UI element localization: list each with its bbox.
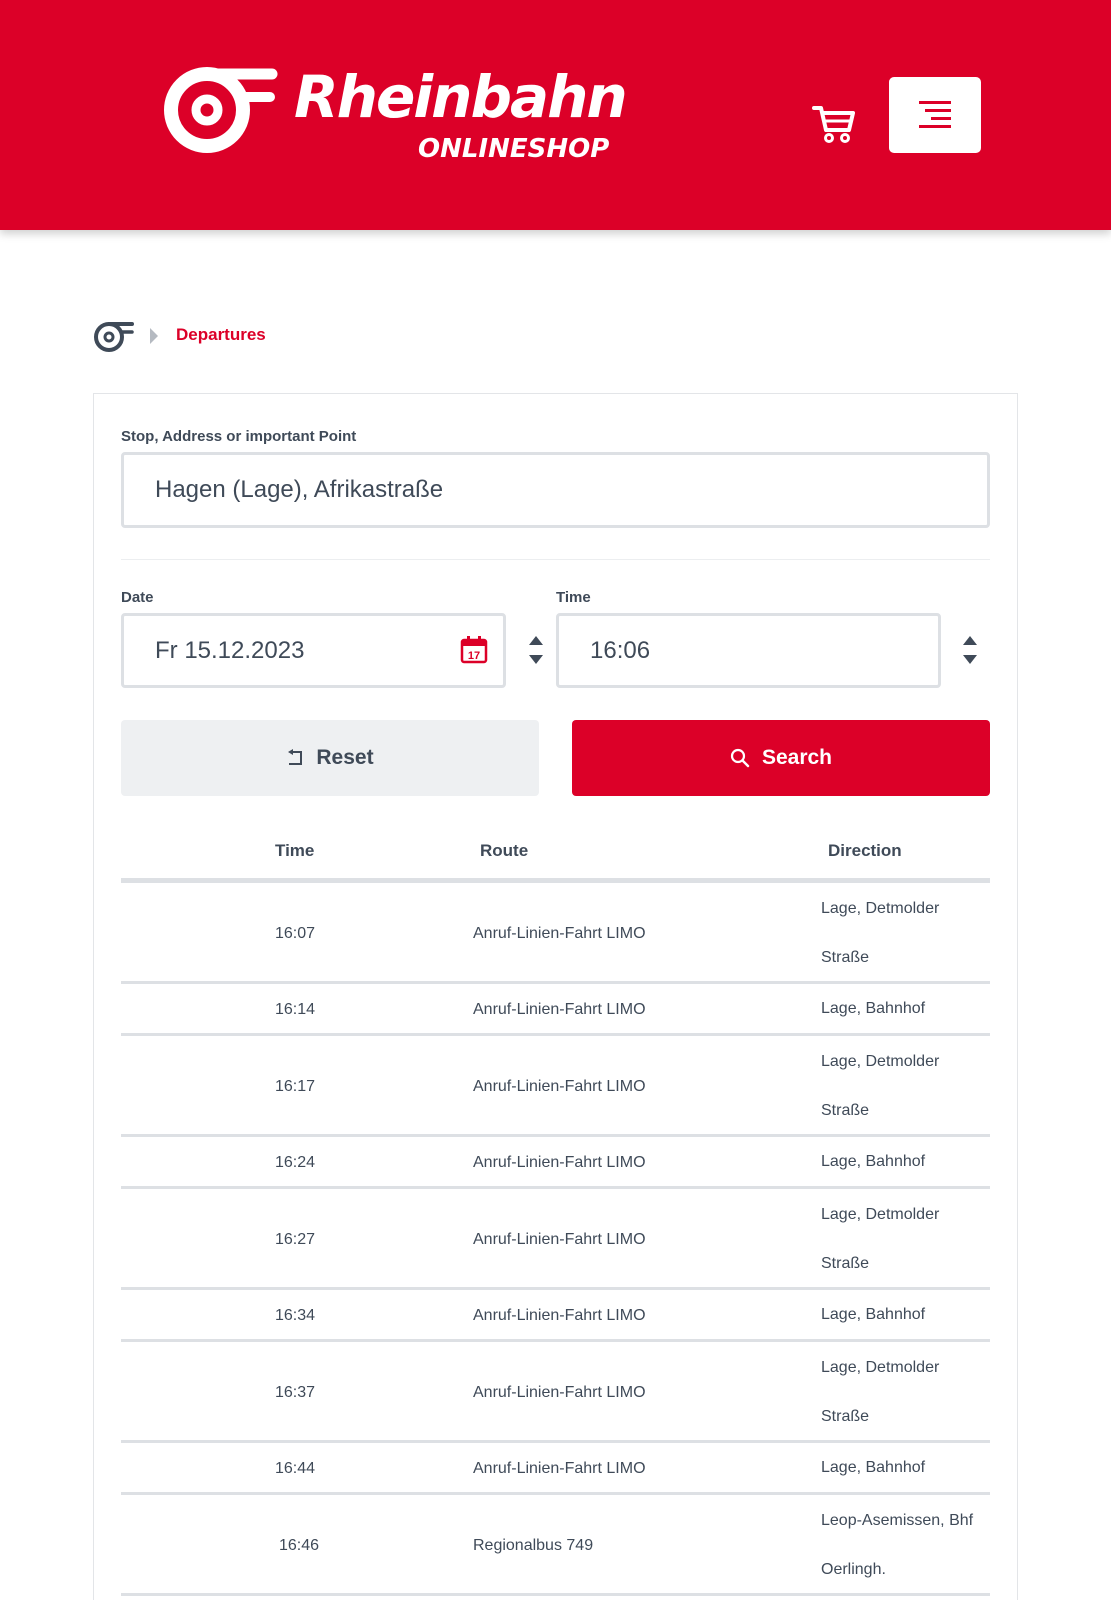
breadcrumb: Departures	[92, 318, 492, 354]
menu-icon	[919, 101, 951, 128]
home-logo-icon[interactable]	[92, 318, 135, 354]
time-input-value: 16:06	[590, 636, 651, 664]
row-direction: Lage, Bahnhof	[821, 1000, 926, 1017]
row-direction: Lage, Detmolder Straße	[821, 1053, 940, 1119]
cart-icon[interactable]	[812, 104, 856, 144]
table-row[interactable]: 16:07 Anruf-Linien-Fahrt LIMO Lage, Detm…	[121, 883, 990, 984]
row-time: 16:24	[275, 1154, 316, 1171]
row-time: 16:34	[275, 1307, 316, 1324]
row-route: Anruf-Linien-Fahrt LIMO	[473, 1460, 646, 1477]
brand-name: Rheinbahn	[294, 63, 628, 131]
row-route: Anruf-Linien-Fahrt LIMO	[473, 925, 646, 942]
row-direction: Lage, Bahnhof	[821, 1459, 926, 1476]
table-header: Time Route Direction	[121, 830, 990, 883]
table-row[interactable]: 16:17 Anruf-Linien-Fahrt LIMO Lage, Detm…	[121, 1036, 990, 1137]
time-input[interactable]: 16:06	[556, 613, 941, 688]
column-direction: Direction	[828, 841, 902, 860]
date-stepper[interactable]	[524, 634, 548, 670]
stop-input-value: Hagen (Lage), Afrikastraße	[155, 476, 444, 503]
brand-logo[interactable]: Rheinbahn ONLINESHOP	[160, 60, 630, 180]
table-row[interactable]: 16:24 Anruf-Linien-Fahrt LIMO Lage, Bahn…	[121, 1137, 990, 1189]
menu-button[interactable]	[889, 77, 981, 153]
row-time: 16:07	[275, 925, 316, 942]
column-route: Route	[480, 841, 529, 860]
caret-up-icon[interactable]	[529, 636, 543, 645]
row-route: Anruf-Linien-Fahrt LIMO	[473, 1078, 646, 1095]
reset-label: Reset	[316, 746, 374, 769]
row-route: Anruf-Linien-Fahrt LIMO	[473, 1001, 646, 1018]
table-row[interactable]: 16:46 Regionalbus 749 Leop-Asemissen, Bh…	[121, 1495, 990, 1596]
caret-down-icon[interactable]	[529, 655, 543, 664]
row-route: Anruf-Linien-Fahrt LIMO	[473, 1307, 646, 1324]
site-header: Rheinbahn ONLINESHOP	[0, 0, 1111, 230]
breadcrumb-current: Departures	[176, 325, 266, 344]
reset-icon	[288, 749, 303, 765]
stop-label: Stop, Address or important Point	[121, 428, 357, 445]
date-input-value: Fr 15.12.2023	[155, 636, 305, 664]
row-direction: Lage, Detmolder Straße	[821, 900, 940, 966]
brand-subtitle: ONLINESHOP	[418, 134, 610, 164]
table-row[interactable]: 16:34 Anruf-Linien-Fahrt LIMO Lage, Bahn…	[121, 1290, 990, 1342]
row-time: 16:14	[275, 1001, 316, 1018]
row-direction: Lage, Detmolder Straße	[821, 1359, 940, 1425]
row-time: 16:17	[275, 1078, 316, 1095]
time-stepper[interactable]	[958, 634, 982, 670]
form-divider	[121, 559, 990, 560]
search-label: Search	[761, 746, 833, 769]
row-direction: Lage, Detmolder Straße	[821, 1206, 940, 1272]
column-time: Time	[275, 841, 315, 860]
table-row[interactable]: 16:14 Anruf-Linien-Fahrt LIMO Lage, Bahn…	[121, 984, 990, 1036]
chevron-right-icon	[150, 328, 158, 344]
row-time: 16:27	[275, 1231, 316, 1248]
caret-up-icon[interactable]	[963, 636, 977, 645]
row-route: Anruf-Linien-Fahrt LIMO	[473, 1154, 646, 1171]
search-icon	[730, 748, 750, 768]
caret-down-icon[interactable]	[963, 655, 977, 664]
time-label: Time	[556, 589, 591, 606]
svg-text:17: 17	[468, 650, 480, 662]
table-row[interactable]: 16:27 Anruf-Linien-Fahrt LIMO Lage, Detm…	[121, 1189, 990, 1290]
date-input[interactable]: Fr 15.12.2023	[121, 613, 506, 688]
row-direction: Lage, Bahnhof	[821, 1153, 926, 1170]
row-route: Anruf-Linien-Fahrt LIMO	[473, 1231, 646, 1248]
search-button[interactable]: Search	[572, 720, 990, 796]
row-route: Regionalbus 749	[473, 1537, 594, 1554]
stop-input[interactable]: Hagen (Lage), Afrikastraße	[121, 452, 990, 528]
row-direction: Lage, Bahnhof	[821, 1306, 926, 1323]
table-row[interactable]: 16:44 Anruf-Linien-Fahrt LIMO Lage, Bahn…	[121, 1443, 990, 1495]
reset-button[interactable]: Reset	[121, 720, 539, 796]
row-time: 16:37	[275, 1384, 316, 1401]
table-row[interactable]: 16:37 Anruf-Linien-Fahrt LIMO Lage, Detm…	[121, 1342, 990, 1443]
row-direction: Leop-Asemissen, Bhf Oerlingh.	[821, 1512, 974, 1578]
date-label: Date	[121, 589, 154, 606]
row-time: 16:46	[279, 1537, 320, 1554]
calendar-icon[interactable]: 17	[460, 636, 488, 664]
row-time: 16:44	[275, 1460, 316, 1477]
rheinbahn-logo-icon	[164, 67, 278, 153]
row-route: Anruf-Linien-Fahrt LIMO	[473, 1384, 646, 1401]
